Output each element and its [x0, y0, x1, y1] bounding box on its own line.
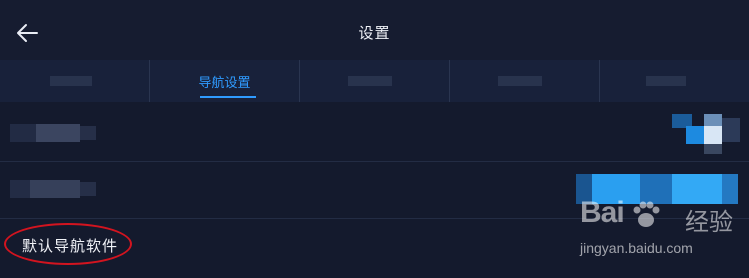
- blurred-toggle: [704, 144, 722, 154]
- tab-3[interactable]: [300, 60, 450, 102]
- blurred-row-label: [10, 124, 36, 142]
- top-bar: 设置: [0, 0, 749, 63]
- tab-bar: 导航设置: [0, 60, 749, 102]
- highlight-circle-annotation: [4, 223, 132, 265]
- watermark-brand-suffix: 经验: [685, 208, 733, 236]
- blurred-tab-label: [498, 76, 542, 86]
- baidu-jingyan-watermark: Bai 经验 jingyan.baidu.com: [577, 196, 747, 272]
- blurred-tab-label: [348, 76, 392, 86]
- tab-4[interactable]: [450, 60, 600, 102]
- blurred-row-label: [36, 124, 80, 142]
- blurred-tab-label: [50, 76, 92, 86]
- blurred-row-label: [80, 126, 96, 140]
- blurred-toggle: [722, 118, 740, 142]
- blurred-row-label: [30, 180, 80, 198]
- tab-label: 导航设置: [198, 75, 251, 91]
- active-tab-indicator: [200, 96, 256, 98]
- blurred-toggle: [704, 126, 722, 144]
- blurred-row-label: [80, 182, 96, 196]
- blurred-tab-label: [646, 76, 686, 86]
- tab-navigation-settings[interactable]: 导航设置: [150, 60, 300, 102]
- blurred-row-label: [10, 180, 30, 198]
- blurred-toggle: [686, 126, 704, 144]
- settings-screen: 设置 导航设置 默认导航软件 Bai 经验 jingyan.baidu.com: [0, 0, 749, 278]
- page-title: 设置: [358, 24, 391, 42]
- watermark-brand: Bai: [580, 196, 625, 229]
- blurred-toggle: [704, 114, 722, 126]
- watermark-url: jingyan.baidu.com: [580, 240, 693, 256]
- tab-1[interactable]: [0, 60, 150, 102]
- setting-row-1[interactable]: [0, 104, 749, 160]
- tab-5[interactable]: [600, 60, 749, 102]
- paw-icon: [633, 201, 660, 227]
